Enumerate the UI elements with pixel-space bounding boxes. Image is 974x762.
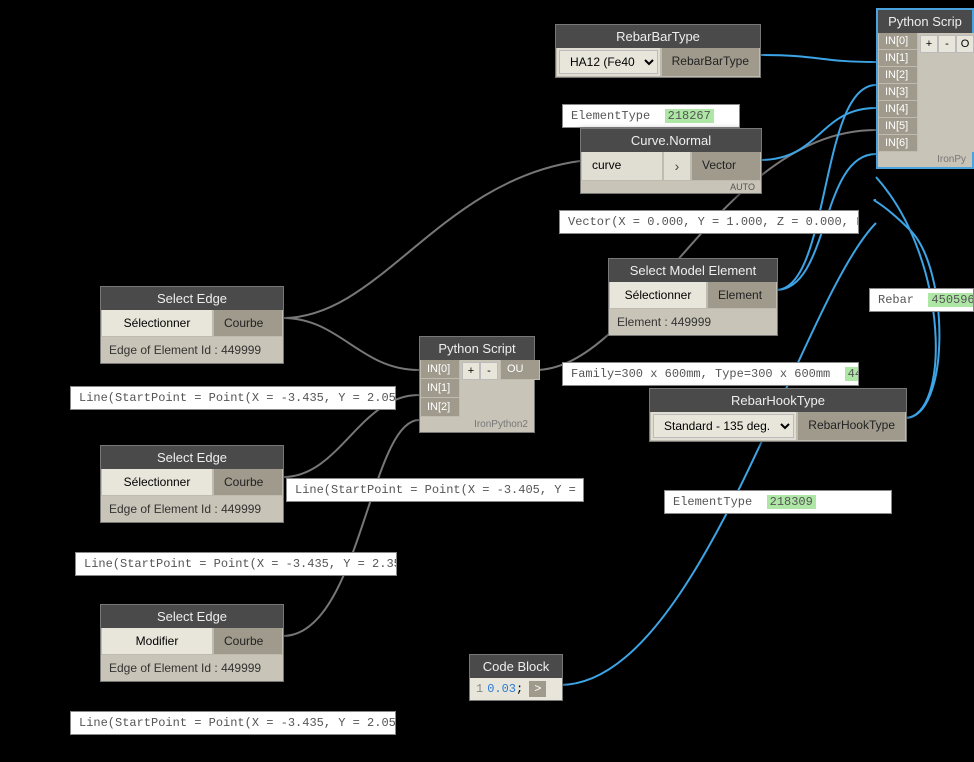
out-port-rebar-hook[interactable]: RebarHookType bbox=[797, 412, 906, 441]
in-port-2[interactable]: IN[2] bbox=[878, 67, 918, 84]
chevron-right-icon: › bbox=[663, 152, 691, 181]
out-port-rebar-type[interactable]: RebarBarType bbox=[661, 48, 760, 77]
select-button[interactable]: Sélectionner bbox=[101, 469, 213, 496]
in-port-0[interactable]: IN[0] bbox=[420, 360, 460, 379]
node-title: Code Block bbox=[470, 655, 562, 678]
node-title: RebarHookType bbox=[650, 389, 906, 412]
in-port-3[interactable]: IN[3] bbox=[878, 84, 918, 101]
select-button[interactable]: Sélectionner bbox=[101, 310, 213, 337]
node-title: Python Scrip bbox=[878, 10, 972, 33]
modify-button[interactable]: Modifier bbox=[101, 628, 213, 655]
rebar-type-dropdown[interactable]: HA12 (Fe400) bbox=[559, 50, 658, 74]
node-body: Edge of Element Id : 449999 bbox=[101, 337, 283, 363]
out-port-element[interactable]: Element bbox=[707, 282, 777, 309]
preview-select-model-element: Family=300 x 600mm, Type=300 x 600mm 449… bbox=[562, 362, 859, 386]
preview-curve-normal: Vector(X = 0.000, Y = 1.000, Z = 0.000, … bbox=[559, 210, 859, 234]
out-port-curve[interactable]: Courbe bbox=[213, 469, 283, 496]
node-select-model-element[interactable]: Select Model Element Sélectionner Elemen… bbox=[608, 258, 778, 336]
node-title: Select Model Element bbox=[609, 259, 777, 282]
node-title: Select Edge bbox=[101, 446, 283, 469]
preview-select-edge-3: Line(StartPoint = Point(X = -3.435, Y = … bbox=[70, 711, 396, 735]
node-title: Select Edge bbox=[101, 605, 283, 628]
out-port-curve[interactable]: Courbe bbox=[213, 628, 283, 655]
in-port-5[interactable]: IN[5] bbox=[878, 118, 918, 135]
out-port-vector[interactable]: Vector bbox=[691, 152, 761, 181]
rebar-hook-dropdown[interactable]: Standard - 135 deg. bbox=[653, 414, 794, 438]
out-port[interactable]: > bbox=[529, 681, 546, 697]
node-select-edge-3[interactable]: Select Edge Modifier Courbe Edge of Elem… bbox=[100, 604, 284, 682]
in-port-1[interactable]: IN[1] bbox=[878, 50, 918, 67]
node-curve-normal[interactable]: Curve.Normal curve › Vector AUTO bbox=[580, 128, 762, 194]
preview-python-2: Rebar 450596 bbox=[869, 288, 974, 312]
node-select-edge-2[interactable]: Select Edge Sélectionner Courbe Edge of … bbox=[100, 445, 284, 523]
remove-port-button[interactable]: - bbox=[480, 362, 498, 380]
node-code-block[interactable]: Code Block 1 0.03; > bbox=[469, 654, 563, 701]
add-port-button[interactable]: + bbox=[920, 35, 938, 53]
remove-port-button[interactable]: - bbox=[938, 35, 956, 53]
node-body: Element : 449999 bbox=[609, 309, 777, 335]
preview-python-1: Line(StartPoint = Point(X = -3.405, Y = … bbox=[286, 478, 584, 502]
node-title: Curve.Normal bbox=[581, 129, 761, 152]
in-port-1[interactable]: IN[1] bbox=[420, 379, 460, 398]
node-title: Select Edge bbox=[101, 287, 283, 310]
preview-rebar-hook: ElementType 218309 bbox=[664, 490, 892, 514]
node-python-script-2[interactable]: Python Scrip IN[0] IN[1] IN[2] IN[3] IN[… bbox=[876, 8, 974, 169]
node-title: Python Script bbox=[420, 337, 534, 360]
lacing-auto: AUTO bbox=[581, 181, 761, 193]
in-port-6[interactable]: IN[6] bbox=[878, 135, 918, 152]
node-rebar-bar-type[interactable]: RebarBarType HA12 (Fe400) RebarBarType bbox=[555, 24, 761, 78]
in-port-curve[interactable]: curve bbox=[581, 152, 663, 181]
preview-select-edge-2: Line(StartPoint = Point(X = -3.435, Y = … bbox=[75, 552, 397, 576]
out-port[interactable]: O bbox=[956, 35, 974, 53]
code-text[interactable]: 0.03 bbox=[487, 682, 516, 696]
out-port-curve[interactable]: Courbe bbox=[213, 310, 283, 337]
node-body: Edge of Element Id : 449999 bbox=[101, 655, 283, 681]
in-port-2[interactable]: IN[2] bbox=[420, 398, 460, 417]
preview-rebar-type: ElementType 218267 bbox=[562, 104, 740, 128]
add-port-button[interactable]: + bbox=[462, 362, 480, 380]
engine-label: IronPython2 bbox=[420, 417, 534, 432]
line-number: 1 bbox=[476, 682, 483, 696]
engine-label: IronPy bbox=[878, 152, 972, 167]
node-python-script-1[interactable]: Python Script IN[0] IN[1] IN[2] + - OU I… bbox=[419, 336, 535, 433]
node-select-edge-1[interactable]: Select Edge Sélectionner Courbe Edge of … bbox=[100, 286, 284, 364]
node-rebar-hook-type[interactable]: RebarHookType Standard - 135 deg. RebarH… bbox=[649, 388, 907, 442]
select-button[interactable]: Sélectionner bbox=[609, 282, 707, 309]
preview-select-edge-1: Line(StartPoint = Point(X = -3.435, Y = … bbox=[70, 386, 396, 410]
in-port-0[interactable]: IN[0] bbox=[878, 33, 918, 50]
node-body: Edge of Element Id : 449999 bbox=[101, 496, 283, 522]
node-title: RebarBarType bbox=[556, 25, 760, 48]
in-port-4[interactable]: IN[4] bbox=[878, 101, 918, 118]
out-port[interactable]: OU bbox=[500, 360, 540, 380]
